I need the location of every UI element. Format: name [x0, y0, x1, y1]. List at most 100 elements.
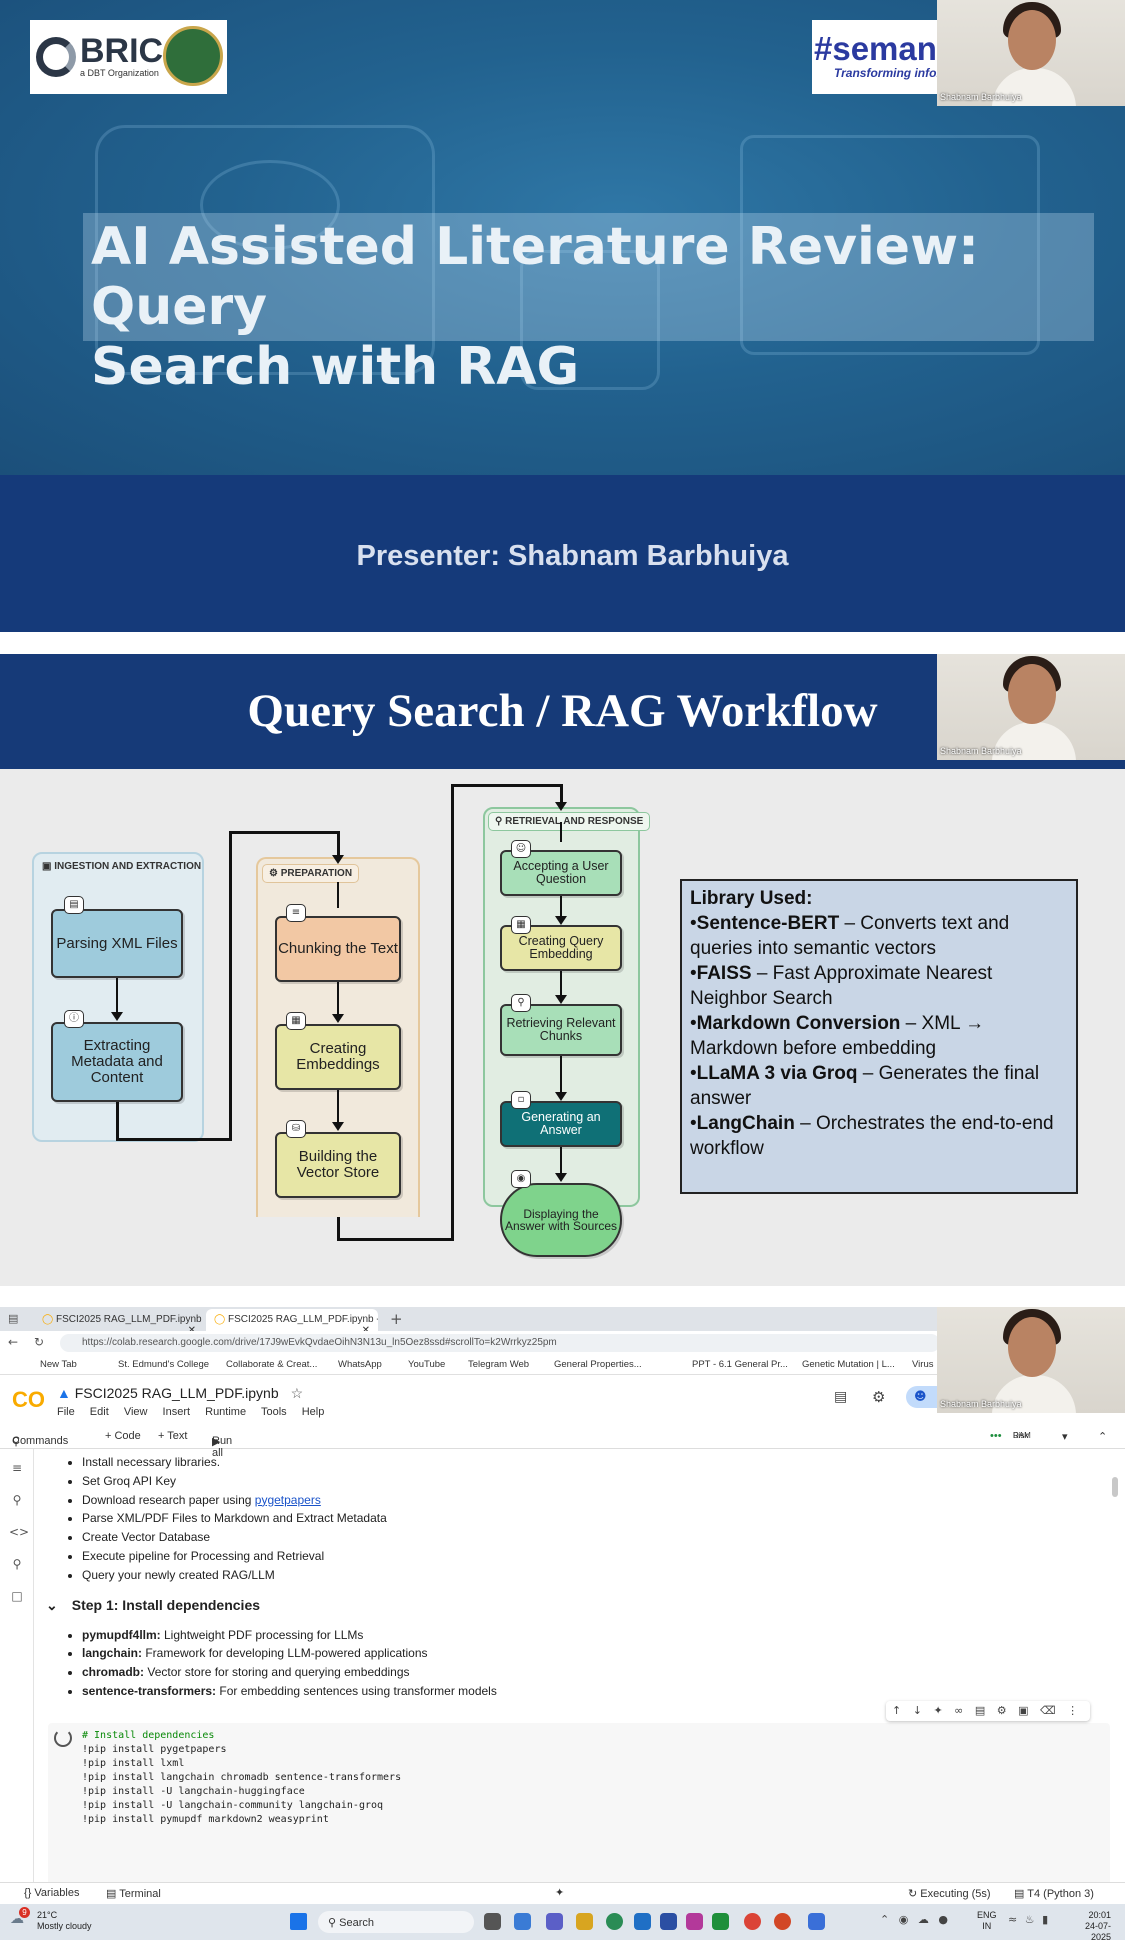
notebook-name[interactable]: ▲ FSCI2025 RAG_LLM_PDF.ipynb ☆ [57, 1385, 303, 1402]
cell-settings-icon[interactable]: ⚙ [997, 1704, 1007, 1717]
settings-gear-icon[interactable]: ⚙ [872, 1388, 885, 1406]
back-arrow-icon[interactable]: ← [8, 1335, 18, 1349]
security-icon[interactable]: ◉ [899, 1913, 909, 1926]
copilot-icon[interactable] [514, 1913, 531, 1930]
list-item: Install necessary libraries. [82, 1453, 1106, 1472]
edge-icon[interactable] [606, 1913, 623, 1930]
code-text[interactable]: # Install dependencies !pip install pyge… [82, 1729, 401, 1827]
add-text-button[interactable]: + Text [158, 1430, 187, 1442]
chat-icon: ▫ [511, 1091, 531, 1109]
menu-tools[interactable]: Tools [261, 1406, 287, 1418]
tab-menu-icon[interactable]: ▤ [8, 1312, 18, 1325]
gemini-icon[interactable]: ✦ [933, 1704, 942, 1717]
reload-icon[interactable]: ↻ [34, 1335, 44, 1349]
tab-notebook-1[interactable]: ◯ FSCI2025 RAG_LLM_PDF.ipynb - C ✕ [34, 1309, 204, 1331]
webcam-name: Shabnam Barbhuiya [940, 1399, 1022, 1409]
node-chunking: Chunking the Text [275, 916, 401, 982]
excel-icon[interactable] [712, 1913, 729, 1930]
more-vert-icon[interactable]: ⋮ [1067, 1704, 1078, 1717]
move-up-icon[interactable]: ↑ [892, 1704, 901, 1717]
windows-start-icon[interactable] [290, 1913, 307, 1930]
executing-status[interactable]: ↻ Executing (5s) [908, 1887, 991, 1900]
powerpoint-icon[interactable] [774, 1913, 791, 1930]
wifi-icon: ≈ [1008, 1913, 1018, 1926]
menu-help[interactable]: Help [302, 1406, 325, 1418]
chevron-down-icon[interactable]: ⌄ [46, 1597, 58, 1613]
bookmark[interactable]: YouTube [408, 1359, 445, 1370]
clock[interactable]: 20:01 24-07-2025 [1065, 1910, 1111, 1940]
comment-icon[interactable]: ▤ [975, 1704, 985, 1717]
bookmark[interactable]: New Tab [40, 1359, 77, 1370]
webcam-tile[interactable]: Shabnam Barbhuiya [937, 654, 1125, 760]
webcam-tile[interactable]: Shabnam Barbhuiya [937, 1307, 1125, 1413]
url-bar[interactable]: https://colab.research.google.com/drive/… [60, 1334, 940, 1352]
run-spinner-icon[interactable] [54, 1729, 72, 1747]
terminal-icon: ▤ [106, 1888, 120, 1900]
comments-icon[interactable]: ▤ [834, 1389, 847, 1405]
menu-file[interactable]: File [57, 1406, 75, 1418]
bookmark[interactable]: Virus [912, 1359, 933, 1370]
weather-widget[interactable]: 21°C Mostly cloudy [37, 1910, 92, 1932]
teams-icon[interactable] [546, 1913, 563, 1930]
menu-edit[interactable]: Edit [90, 1406, 109, 1418]
bookmark[interactable]: Collaborate & Creat... [226, 1359, 317, 1370]
folder-icon[interactable]: □ [9, 1589, 25, 1603]
key-icon[interactable]: ⚲ [9, 1557, 25, 1571]
step1-heading[interactable]: ⌄ Step 1: Install dependencies [46, 1597, 1106, 1614]
quick-settings[interactable]: ≈ ♨ ▮ [1008, 1913, 1048, 1926]
new-tab-icon[interactable]: + [390, 1310, 403, 1328]
code-cell[interactable]: # Install dependencies !pip install pyge… [48, 1723, 1110, 1888]
menu-runtime[interactable]: Runtime [205, 1406, 246, 1418]
app-icon[interactable] [686, 1913, 703, 1930]
scrollbar-thumb[interactable] [1112, 1477, 1118, 1497]
link-icon[interactable]: ∞ [954, 1704, 963, 1717]
store-icon[interactable] [660, 1913, 677, 1930]
pygetpapers-link[interactable]: pygetpapers [255, 1493, 321, 1507]
workflow-list: Install necessary libraries. Set Groq AP… [46, 1453, 1106, 1585]
runtime-status[interactable]: ▤ T4 (Python 3) [1014, 1887, 1094, 1900]
chevron-down-icon[interactable]: ▾ [1062, 1430, 1068, 1443]
toc-icon[interactable]: ≡ [9, 1461, 25, 1475]
institute-seal-icon [163, 26, 223, 86]
notepad-icon[interactable] [808, 1913, 825, 1930]
bookmark[interactable]: PPT - 6.1 General Pr... [692, 1359, 788, 1370]
mirror-icon[interactable]: ▣ [1018, 1704, 1028, 1717]
delete-icon[interactable]: ⌫ [1040, 1704, 1056, 1717]
bookmark[interactable]: Genetic Mutation | L... [802, 1359, 895, 1370]
list-item: Query your newly created RAG/LLM [82, 1566, 1106, 1585]
colab-tab-icon: ◯ [214, 1314, 228, 1325]
find-icon[interactable]: ⚲ [9, 1493, 25, 1507]
title-slide: BRIC a DBT Organization #seman Transform… [0, 0, 1125, 632]
code-snippets-icon[interactable]: <> [9, 1525, 29, 1539]
bookmark[interactable]: WhatsApp [338, 1359, 382, 1370]
task-view-icon[interactable] [484, 1913, 501, 1930]
bookmark[interactable]: St. Edmund's College [118, 1359, 209, 1370]
bookmark[interactable]: Telegram Web [468, 1359, 529, 1370]
menu-view[interactable]: View [124, 1406, 148, 1418]
webcam-tile[interactable]: Shabnam Barbhuiya [937, 0, 1125, 106]
star-icon[interactable]: ☆ [291, 1385, 304, 1401]
chevron-up-icon[interactable]: ⌃ [880, 1913, 889, 1926]
colab-logo-icon[interactable]: CO [12, 1387, 45, 1413]
library-item: •LLaMA 3 via Groq – Generates the final … [690, 1063, 1040, 1109]
system-tray[interactable]: ⌃ ◉ ☁ ● [880, 1913, 948, 1926]
terminal-button[interactable]: ▤ Terminal [106, 1887, 161, 1900]
taskbar-search[interactable]: ⚲ Search [318, 1911, 474, 1933]
gemini-icon[interactable]: ✦ [555, 1886, 564, 1899]
bookmark[interactable]: General Properties... [554, 1359, 642, 1370]
language-indicator[interactable]: ENG IN [977, 1910, 997, 1932]
chrome-icon[interactable] [744, 1913, 761, 1930]
onedrive-icon[interactable]: ☁ [918, 1913, 929, 1926]
move-down-icon[interactable]: ↓ [913, 1704, 922, 1717]
variables-button[interactable]: {} Variables [24, 1887, 79, 1899]
node-building-vector-store: Building the Vector Store [275, 1132, 401, 1198]
menu-insert[interactable]: Insert [163, 1406, 191, 1418]
collapse-up-icon[interactable]: ⌃ [1098, 1430, 1107, 1443]
slide-title: AI Assisted Literature Review: Query Sea… [83, 213, 1094, 397]
explorer-icon[interactable] [576, 1913, 593, 1930]
mic-icon[interactable]: ● [938, 1913, 948, 1926]
outlook-icon[interactable] [634, 1913, 651, 1930]
more-dots-icon[interactable]: ••• [990, 1430, 1002, 1442]
tab-notebook-2[interactable]: ◯ FSCI2025 RAG_LLM_PDF.ipynb - C ✕ [206, 1309, 378, 1331]
add-code-button[interactable]: + Code [105, 1430, 141, 1442]
